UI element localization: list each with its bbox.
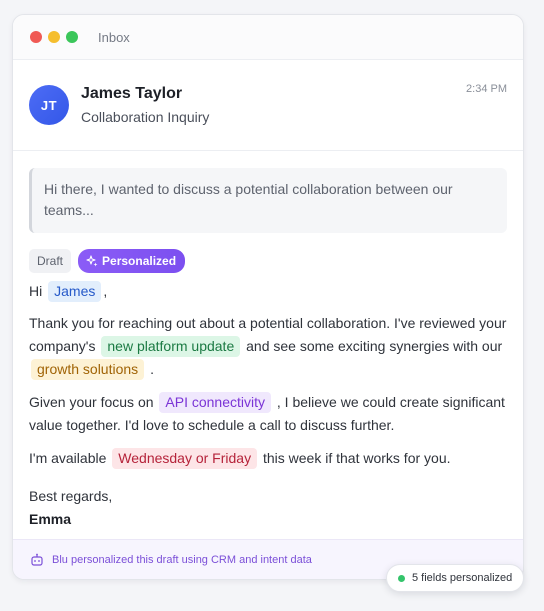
paragraph-2: Given your focus on API connectivity , I… [29, 391, 507, 437]
paragraph-2-text-a: Given your focus on [29, 394, 154, 410]
email-time: 2:34 PM [466, 83, 507, 95]
email-header: JT James Taylor Collaboration Inquiry 2:… [13, 60, 523, 151]
draft-badges: Draft Personalized [29, 249, 507, 273]
paragraph-3: I'm available Wednesday or Friday this w… [29, 447, 507, 470]
sender-name: James Taylor [81, 85, 183, 102]
sparkle-icon [86, 255, 98, 267]
sender-block: James Taylor Collaboration Inquiry [81, 85, 209, 125]
email-window: Inbox JT James Taylor Collaboration Inqu… [12, 14, 524, 580]
maximize-window-button[interactable] [66, 31, 78, 43]
token-focus-area[interactable]: API connectivity [159, 392, 272, 413]
token-company-news[interactable]: new platform update [101, 336, 241, 357]
minimize-window-button[interactable] [48, 31, 60, 43]
footer-text: Blu personalized this draft using CRM an… [52, 553, 312, 566]
close-window-button[interactable] [30, 31, 42, 43]
token-recipient-name[interactable]: James [48, 281, 102, 302]
greeting-prefix: Hi [29, 283, 43, 299]
draft-message[interactable]: Hi James, Thank you for reaching out abo… [29, 280, 507, 531]
signature: Emma [29, 511, 72, 527]
email-body: Hi there, I wanted to discuss a potentia… [13, 151, 523, 531]
token-product[interactable]: growth solutions [31, 359, 145, 380]
status-dot [398, 574, 405, 582]
avatar: JT [29, 85, 69, 125]
token-availability[interactable]: Wednesday or Friday [112, 448, 258, 469]
personalized-badge-label: Personalized [102, 254, 177, 268]
paragraph-1-text-c: . [150, 361, 154, 377]
quoted-message: Hi there, I wanted to discuss a potentia… [29, 168, 507, 233]
paragraph-3-text-b: this week if that works for you. [262, 450, 451, 466]
greeting-suffix: , [103, 283, 108, 299]
draft-badge: Draft [29, 249, 72, 273]
closing-line: Best regards, [29, 488, 113, 504]
window-title: Inbox [98, 29, 130, 45]
email-subject: Collaboration Inquiry [81, 109, 210, 125]
bot-icon [30, 553, 44, 567]
title-bar: Inbox [13, 15, 523, 60]
fields-personalized-pill[interactable]: 5 fields personalized [386, 564, 525, 592]
paragraph-1: Thank you for reaching out about a poten… [29, 312, 507, 381]
paragraph-1-text-b: and see some exciting synergies with our [246, 338, 503, 354]
personalized-badge[interactable]: Personalized [78, 249, 186, 273]
paragraph-3-text-a: I'm available [29, 450, 107, 466]
greeting-line: Hi James, [29, 280, 507, 303]
fields-personalized-label: 5 fields personalized [412, 572, 513, 584]
